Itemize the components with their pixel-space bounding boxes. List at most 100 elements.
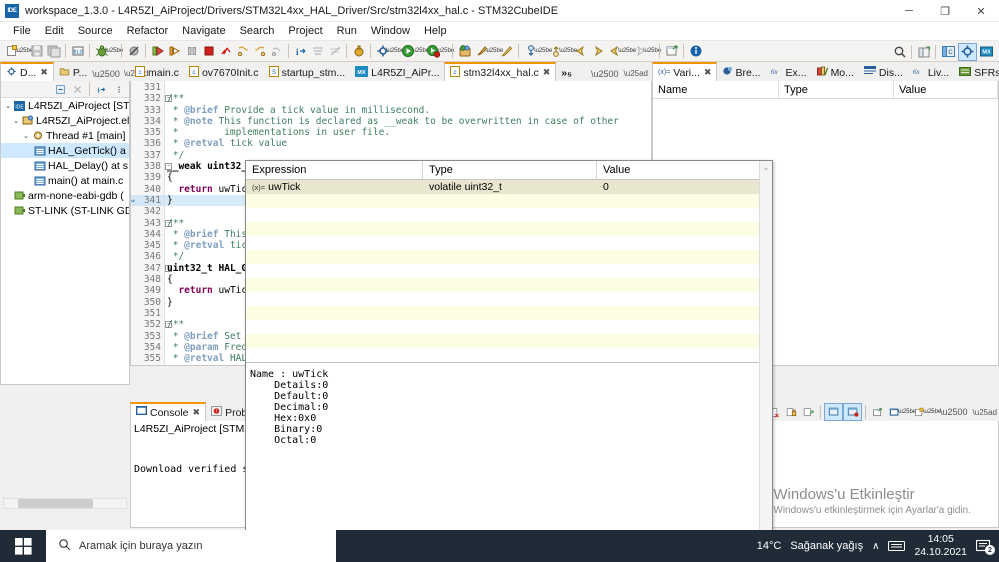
tab-expressions[interactable]: 6x Ex... bbox=[766, 64, 812, 81]
instruction-stepping-icon[interactable]: i bbox=[292, 43, 309, 60]
expression-row-empty[interactable] bbox=[246, 348, 772, 362]
view-menu-icon[interactable] bbox=[110, 81, 127, 98]
console-maximize-icon[interactable]: \u25ad bbox=[973, 408, 997, 417]
expression-row-empty[interactable] bbox=[246, 264, 772, 278]
highlight-dropdown-icon[interactable]: \u25be bbox=[485, 43, 503, 60]
line-number[interactable]: 353 bbox=[131, 331, 164, 342]
tree-row[interactable]: ⌄ L4R5ZI_AiProject.elf [c bbox=[1, 113, 129, 128]
line-number[interactable]: 343− bbox=[131, 218, 172, 229]
line-number[interactable]: 351 bbox=[131, 308, 164, 319]
pin-console-icon[interactable] bbox=[824, 403, 843, 421]
expression-inspector-popup[interactable]: Expression Type Value (x)= uwTick volati… bbox=[245, 160, 773, 556]
tab-console-close-icon[interactable]: ✖ bbox=[193, 407, 201, 418]
line-number[interactable]: 334 bbox=[131, 116, 164, 127]
menu-search[interactable]: Search bbox=[233, 23, 282, 39]
line-number[interactable]: 355 bbox=[131, 353, 164, 364]
expression-row-empty[interactable] bbox=[246, 194, 772, 208]
collapse-all-icon[interactable] bbox=[52, 81, 69, 98]
tab-modules[interactable]: Mo... bbox=[812, 64, 859, 81]
new-window-icon[interactable] bbox=[663, 43, 680, 60]
line-number[interactable]: 336 bbox=[131, 138, 164, 149]
previous-annotation-icon[interactable] bbox=[547, 43, 564, 60]
popup-vertical-scrollbar[interactable]: ⌄ bbox=[759, 161, 772, 555]
coverage-icon[interactable] bbox=[350, 43, 367, 60]
line-number[interactable]: 332− bbox=[131, 93, 172, 104]
menu-window[interactable]: Window bbox=[364, 23, 417, 39]
menu-edit[interactable]: Edit bbox=[38, 23, 71, 39]
back-history-dropdown-icon[interactable]: \u25be bbox=[618, 43, 636, 60]
tab-variables-close-icon[interactable]: ✖ bbox=[704, 67, 712, 78]
step-into-icon[interactable] bbox=[234, 43, 251, 60]
menu-project[interactable]: Project bbox=[281, 23, 329, 39]
code-line[interactable]: /** bbox=[165, 93, 651, 104]
show-console-on-output-icon[interactable] bbox=[800, 404, 817, 421]
taskbar-clock[interactable]: 14:05 24.10.2021 bbox=[914, 533, 967, 559]
forward-history-dropdown-icon[interactable]: \u25be bbox=[643, 43, 661, 60]
tab-main-c[interactable]: c main.c bbox=[130, 64, 184, 81]
restore-button[interactable]: ❐ bbox=[927, 0, 963, 22]
debug-config-icon[interactable] bbox=[424, 43, 441, 60]
new-file-icon[interactable] bbox=[3, 43, 20, 60]
line-number[interactable]: 338− bbox=[131, 161, 172, 172]
pin-view-dropdown-icon[interactable]: \u25be bbox=[923, 404, 941, 421]
menu-refactor[interactable]: Refactor bbox=[120, 23, 176, 39]
tab-l4r5zi-aiproject-ioc[interactable]: MX L4R5ZI_AiPr... bbox=[350, 64, 444, 81]
back-icon[interactable] bbox=[572, 43, 589, 60]
line-number[interactable]: 339 bbox=[131, 172, 164, 183]
keyboard-icon[interactable] bbox=[888, 540, 906, 552]
console-minimize-icon[interactable]: \u2500 bbox=[940, 407, 968, 417]
skip-breakpoints-icon[interactable] bbox=[125, 43, 142, 60]
debug-icon[interactable] bbox=[93, 43, 110, 60]
menu-navigate[interactable]: Navigate bbox=[175, 23, 232, 39]
perspective-c-cpp-icon[interactable]: C bbox=[939, 43, 958, 61]
run-dropdown-icon[interactable]: \u25be bbox=[411, 43, 429, 60]
editor-minimize-icon[interactable]: \u2500 bbox=[591, 69, 619, 79]
code-line[interactable]: * implementations in user file. bbox=[165, 127, 651, 138]
forward-icon[interactable] bbox=[589, 43, 606, 60]
search-icon[interactable] bbox=[891, 43, 908, 60]
mark-occurrences-dropdown-icon[interactable]: \u25be bbox=[534, 43, 552, 60]
tree-row[interactable]: HAL_Delay() at s bbox=[1, 158, 129, 173]
line-number[interactable]: 356 bbox=[131, 364, 164, 365]
pin-view-icon[interactable] bbox=[911, 404, 928, 421]
tab-debug[interactable]: D... ✖ bbox=[0, 62, 54, 81]
line-number[interactable]: 350 bbox=[131, 297, 164, 308]
run-icon[interactable] bbox=[399, 43, 416, 60]
column-header-expression[interactable]: Expression bbox=[246, 161, 423, 179]
menu-file[interactable]: File bbox=[6, 23, 38, 39]
twisty-icon[interactable]: ⌄ bbox=[3, 102, 13, 110]
weather-description[interactable]: Sağanak yağış bbox=[790, 540, 863, 552]
tab-project-explorer[interactable]: P... bbox=[54, 64, 92, 81]
instruction-step-mode-icon[interactable]: i bbox=[93, 81, 110, 98]
tab-ov7670init-c[interactable]: c ov7670Init.c bbox=[184, 64, 264, 81]
expression-row-empty[interactable] bbox=[246, 306, 772, 320]
tab-startup-stm[interactable]: S startup_stm... bbox=[264, 64, 351, 81]
previous-annotation-dropdown-icon[interactable]: \u25be bbox=[559, 43, 577, 60]
notification-center-icon[interactable]: 2 bbox=[976, 539, 995, 555]
editor-maximize-icon[interactable]: \u25ad bbox=[624, 69, 648, 79]
disconnect-icon[interactable] bbox=[217, 43, 234, 60]
expression-row-empty[interactable] bbox=[246, 334, 772, 348]
menu-help[interactable]: Help bbox=[417, 23, 454, 39]
tree-row[interactable]: ⌄ IDE L4R5ZI_AiProject [STM32 bbox=[1, 98, 129, 113]
expression-row[interactable]: (x)= uwTick volatile uint32_t 0 bbox=[246, 180, 772, 194]
scrollbar-thumb[interactable] bbox=[18, 499, 93, 508]
line-number[interactable]: 341 ⇒ bbox=[131, 194, 164, 207]
tree-row[interactable]: ST-LINK (ST-LINK GDB bbox=[1, 203, 129, 218]
column-header-type[interactable]: Type bbox=[423, 161, 597, 179]
expression-row-empty[interactable] bbox=[246, 208, 772, 222]
column-header-name[interactable]: Name bbox=[653, 81, 779, 98]
code-line[interactable]: * @retval tick value bbox=[165, 138, 651, 149]
display-selected-console-icon[interactable] bbox=[843, 403, 862, 421]
open-perspective-icon[interactable] bbox=[456, 43, 473, 60]
line-number[interactable]: 337 bbox=[131, 150, 164, 161]
external-tools-dropdown-icon[interactable]: \u25be bbox=[386, 43, 404, 60]
remove-all-terminated-icon[interactable] bbox=[69, 81, 86, 98]
debug-config-dropdown-icon[interactable]: \u25be bbox=[436, 43, 454, 60]
line-number[interactable]: 346 bbox=[131, 251, 164, 262]
terminate-icon[interactable] bbox=[200, 43, 217, 60]
external-tools-icon[interactable] bbox=[374, 43, 391, 60]
minimize-button[interactable]: ─ bbox=[891, 0, 927, 22]
start-button[interactable] bbox=[0, 530, 46, 562]
scroll-lock-icon[interactable] bbox=[783, 404, 800, 421]
